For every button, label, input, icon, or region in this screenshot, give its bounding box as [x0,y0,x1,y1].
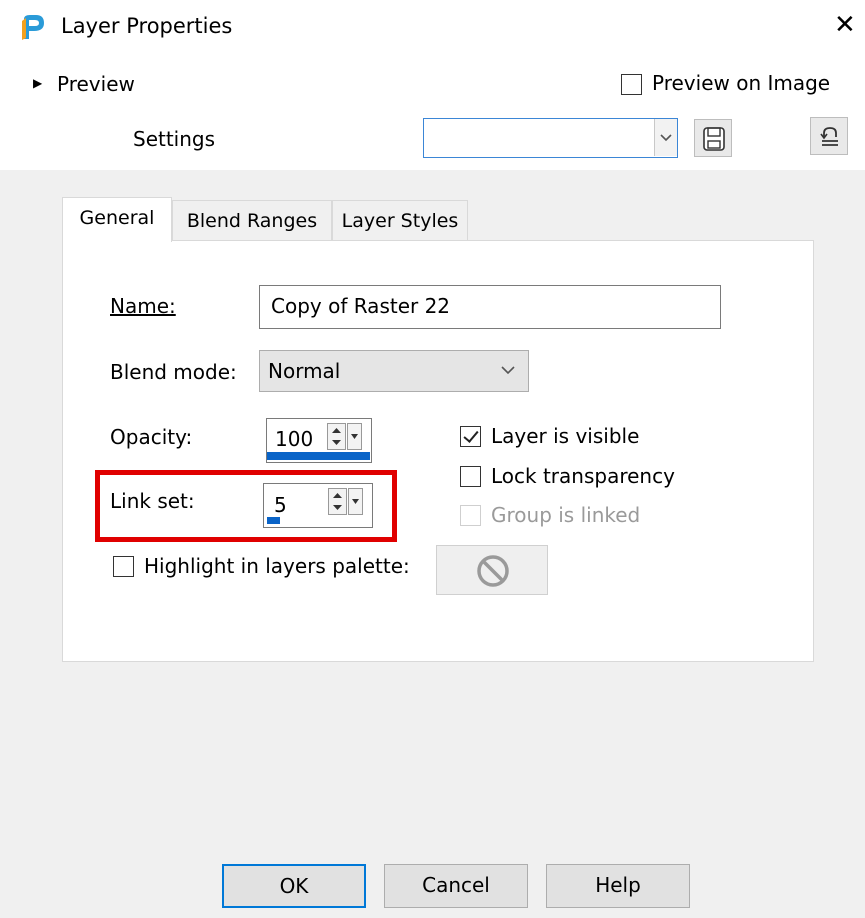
chevron-down-icon [498,359,518,386]
help-button[interactable]: Help [546,864,690,908]
tab-general[interactable]: General [62,197,172,242]
spin-arrows-icon[interactable] [328,488,366,518]
highlight-color-swatch[interactable] [436,545,548,595]
link-set-value: 5 [274,493,287,517]
preview-on-image-label: Preview on Image [652,71,831,95]
blend-mode-label: Blend mode: [110,360,237,384]
reset-defaults-button[interactable] [810,117,848,155]
name-label: Name: [110,294,176,318]
app-logo-icon [20,13,46,45]
layer-visible-checkbox[interactable] [460,426,481,447]
layer-name-value: Copy of Raster 22 [271,294,451,318]
tab-layer-styles-label: Layer Styles [341,210,459,232]
save-icon [703,127,725,155]
tab-general-label: General [79,207,155,229]
lock-transparency-label: Lock transparency [491,464,675,488]
window-title: Layer Properties [61,14,233,38]
layer-visible-label: Layer is visible [491,424,640,448]
highlight-in-palette-label: Highlight in layers palette: [144,554,410,578]
expand-arrow-icon: ▶ [33,76,43,90]
group-linked-checkbox[interactable] [460,505,481,526]
no-color-icon [475,553,511,593]
close-icon[interactable]: ✕ [834,10,856,40]
reset-icon [818,125,842,153]
chevron-down-icon[interactable] [654,119,677,156]
title-bar: Layer Properties ✕ [0,0,865,60]
opacity-spinbox[interactable]: 100 [266,418,372,463]
opacity-value: 100 [275,427,314,451]
link-set-label: Link set: [110,489,195,513]
ok-button[interactable]: OK [222,864,366,908]
save-preset-button[interactable] [694,119,732,157]
opacity-label: Opacity: [110,425,193,449]
tab-layer-styles[interactable]: Layer Styles [332,200,468,240]
preview-label: Preview [57,72,135,96]
layer-name-input[interactable]: Copy of Raster 22 [259,285,721,329]
settings-label: Settings [133,127,216,151]
link-set-level-bar [267,517,280,524]
highlight-in-palette-checkbox[interactable] [113,556,134,577]
group-linked-label: Group is linked [491,503,641,527]
tab-blend-ranges[interactable]: Blend Ranges [172,200,332,240]
blend-mode-value: Normal [268,359,341,383]
preview-on-image-checkbox[interactable] [621,74,642,95]
opacity-level-bar [267,452,370,460]
settings-preset-dropdown[interactable] [423,118,678,158]
lock-transparency-checkbox[interactable] [460,466,481,487]
cancel-button[interactable]: Cancel [384,864,528,908]
blend-mode-select[interactable]: Normal [259,350,529,392]
tab-blend-ranges-label: Blend Ranges [186,210,318,232]
link-set-spinbox[interactable]: 5 [263,483,373,528]
layer-properties-dialog: Layer Properties ✕ ▶ Preview Preview on … [0,0,865,918]
spin-arrows-icon[interactable] [327,423,365,453]
